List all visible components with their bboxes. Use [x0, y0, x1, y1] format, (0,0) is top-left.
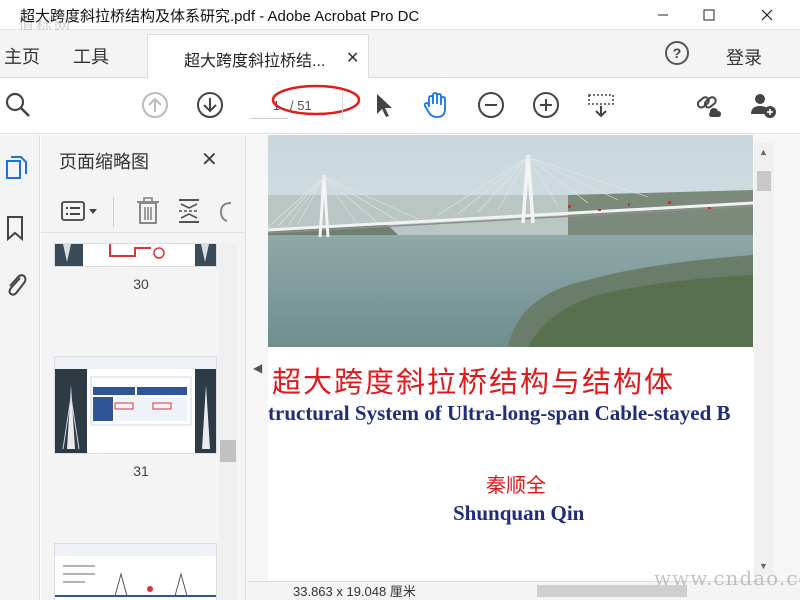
document-title-chinese: 超大跨度斜拉桥结构与结构体: [272, 365, 676, 399]
page-number-input[interactable]: 1: [250, 93, 288, 119]
extract-icon[interactable]: [175, 197, 203, 225]
add-user-icon[interactable]: [748, 90, 778, 120]
bookmark-icon[interactable]: [2, 213, 30, 243]
toolbar: 1 / 51: [0, 78, 800, 134]
horizontal-scroll-thumb[interactable]: [537, 585, 687, 597]
scroll-up-icon[interactable]: ▲: [759, 147, 768, 157]
author-english: Shunquan Qin: [453, 501, 585, 525]
window-title: 超大跨度斜拉桥结构及体系研究.pdf - Adobe Acrobat Pro D…: [20, 8, 420, 25]
title-bar: 超大跨度斜拉桥结构及体系研究.pdf - Adobe Acrobat Pro D…: [0, 0, 800, 35]
link-share-icon[interactable]: [693, 90, 723, 120]
page-dimensions: 33.863 x 19.048 厘米: [293, 584, 416, 599]
maximize-button[interactable]: [686, 0, 732, 30]
tab-home[interactable]: 主页: [4, 43, 40, 69]
thumbnail-image: [55, 544, 216, 597]
panel-title: 页面缩略图: [59, 152, 149, 172]
attachment-icon[interactable]: [2, 270, 30, 300]
thumbnail-list[interactable]: 30 31: [41, 243, 221, 600]
document-vertical-scrollbar[interactable]: ▲ ▼: [754, 143, 774, 575]
trash-icon[interactable]: [135, 197, 161, 225]
marquee-icon[interactable]: [586, 90, 616, 120]
minimize-icon: [658, 14, 668, 16]
thumbnail-page-number: 30: [133, 276, 149, 292]
zoom-in-icon[interactable]: [531, 90, 561, 120]
close-panel-icon[interactable]: ✕: [201, 147, 218, 172]
page-total: / 51: [290, 98, 312, 113]
thumbnail-page[interactable]: [54, 243, 217, 267]
hand-icon[interactable]: [421, 90, 451, 120]
thumbnail-toolbar: [41, 189, 246, 233]
thumbnail-page[interactable]: [54, 543, 217, 600]
author-chinese: 秦顺全: [486, 473, 546, 497]
tab-bar: 主页 工具 超大跨度斜拉桥结... ✕ ? 登录: [0, 30, 800, 79]
login-button[interactable]: 登录: [726, 44, 762, 70]
thumbnail-scrollbar[interactable]: [219, 243, 237, 600]
minimize-button[interactable]: [640, 0, 686, 30]
thumbnail-scroll-thumb[interactable]: [220, 440, 236, 462]
document-title-english: tructural System of Ultra-long-span Cabl…: [268, 401, 731, 425]
pdf-page: 超大跨度斜拉桥结构与结构体 tructural System of Ultra-…: [268, 135, 753, 581]
thumb-divider: [113, 197, 114, 227]
maximize-icon: [703, 9, 715, 21]
document-scroll-thumb[interactable]: [757, 171, 771, 191]
page-up-icon[interactable]: [140, 90, 170, 120]
thumbnail-page[interactable]: [54, 356, 217, 454]
close-icon: [761, 9, 773, 21]
tab-document[interactable]: 超大跨度斜拉桥结... ✕: [147, 34, 369, 79]
select-arrow-icon[interactable]: [368, 90, 398, 120]
thumbnail-page-number: 31: [133, 463, 149, 479]
pages-icon[interactable]: [2, 153, 30, 183]
thumbnail-panel: 页面缩略图 ✕ 30 31: [41, 135, 246, 600]
zoom-out-icon[interactable]: [476, 90, 506, 120]
search-icon[interactable]: [3, 90, 33, 120]
tab-tools[interactable]: 工具: [73, 43, 109, 69]
scroll-down-icon[interactable]: ▼: [759, 561, 768, 571]
page-down-icon[interactable]: [195, 90, 225, 120]
bridge-photo: [268, 135, 753, 347]
close-tab-icon[interactable]: ✕: [346, 48, 359, 68]
left-rail: [0, 135, 40, 600]
thumbnail-image: [55, 357, 216, 453]
close-window-button[interactable]: [744, 0, 790, 30]
toolbar-divider: [342, 92, 343, 120]
status-bar: 33.863 x 19.048 厘米: [247, 581, 800, 600]
document-tab-label: 超大跨度斜拉桥结...: [184, 53, 326, 70]
thumbnail-image: [55, 244, 216, 266]
options-icon[interactable]: [61, 201, 103, 223]
document-view[interactable]: 超大跨度斜拉桥结构与结构体 tructural System of Ultra-…: [247, 135, 800, 600]
rotate-icon[interactable]: [217, 197, 235, 225]
help-button[interactable]: ?: [665, 41, 689, 65]
previous-page-arrow-icon[interactable]: ◀: [253, 361, 262, 375]
